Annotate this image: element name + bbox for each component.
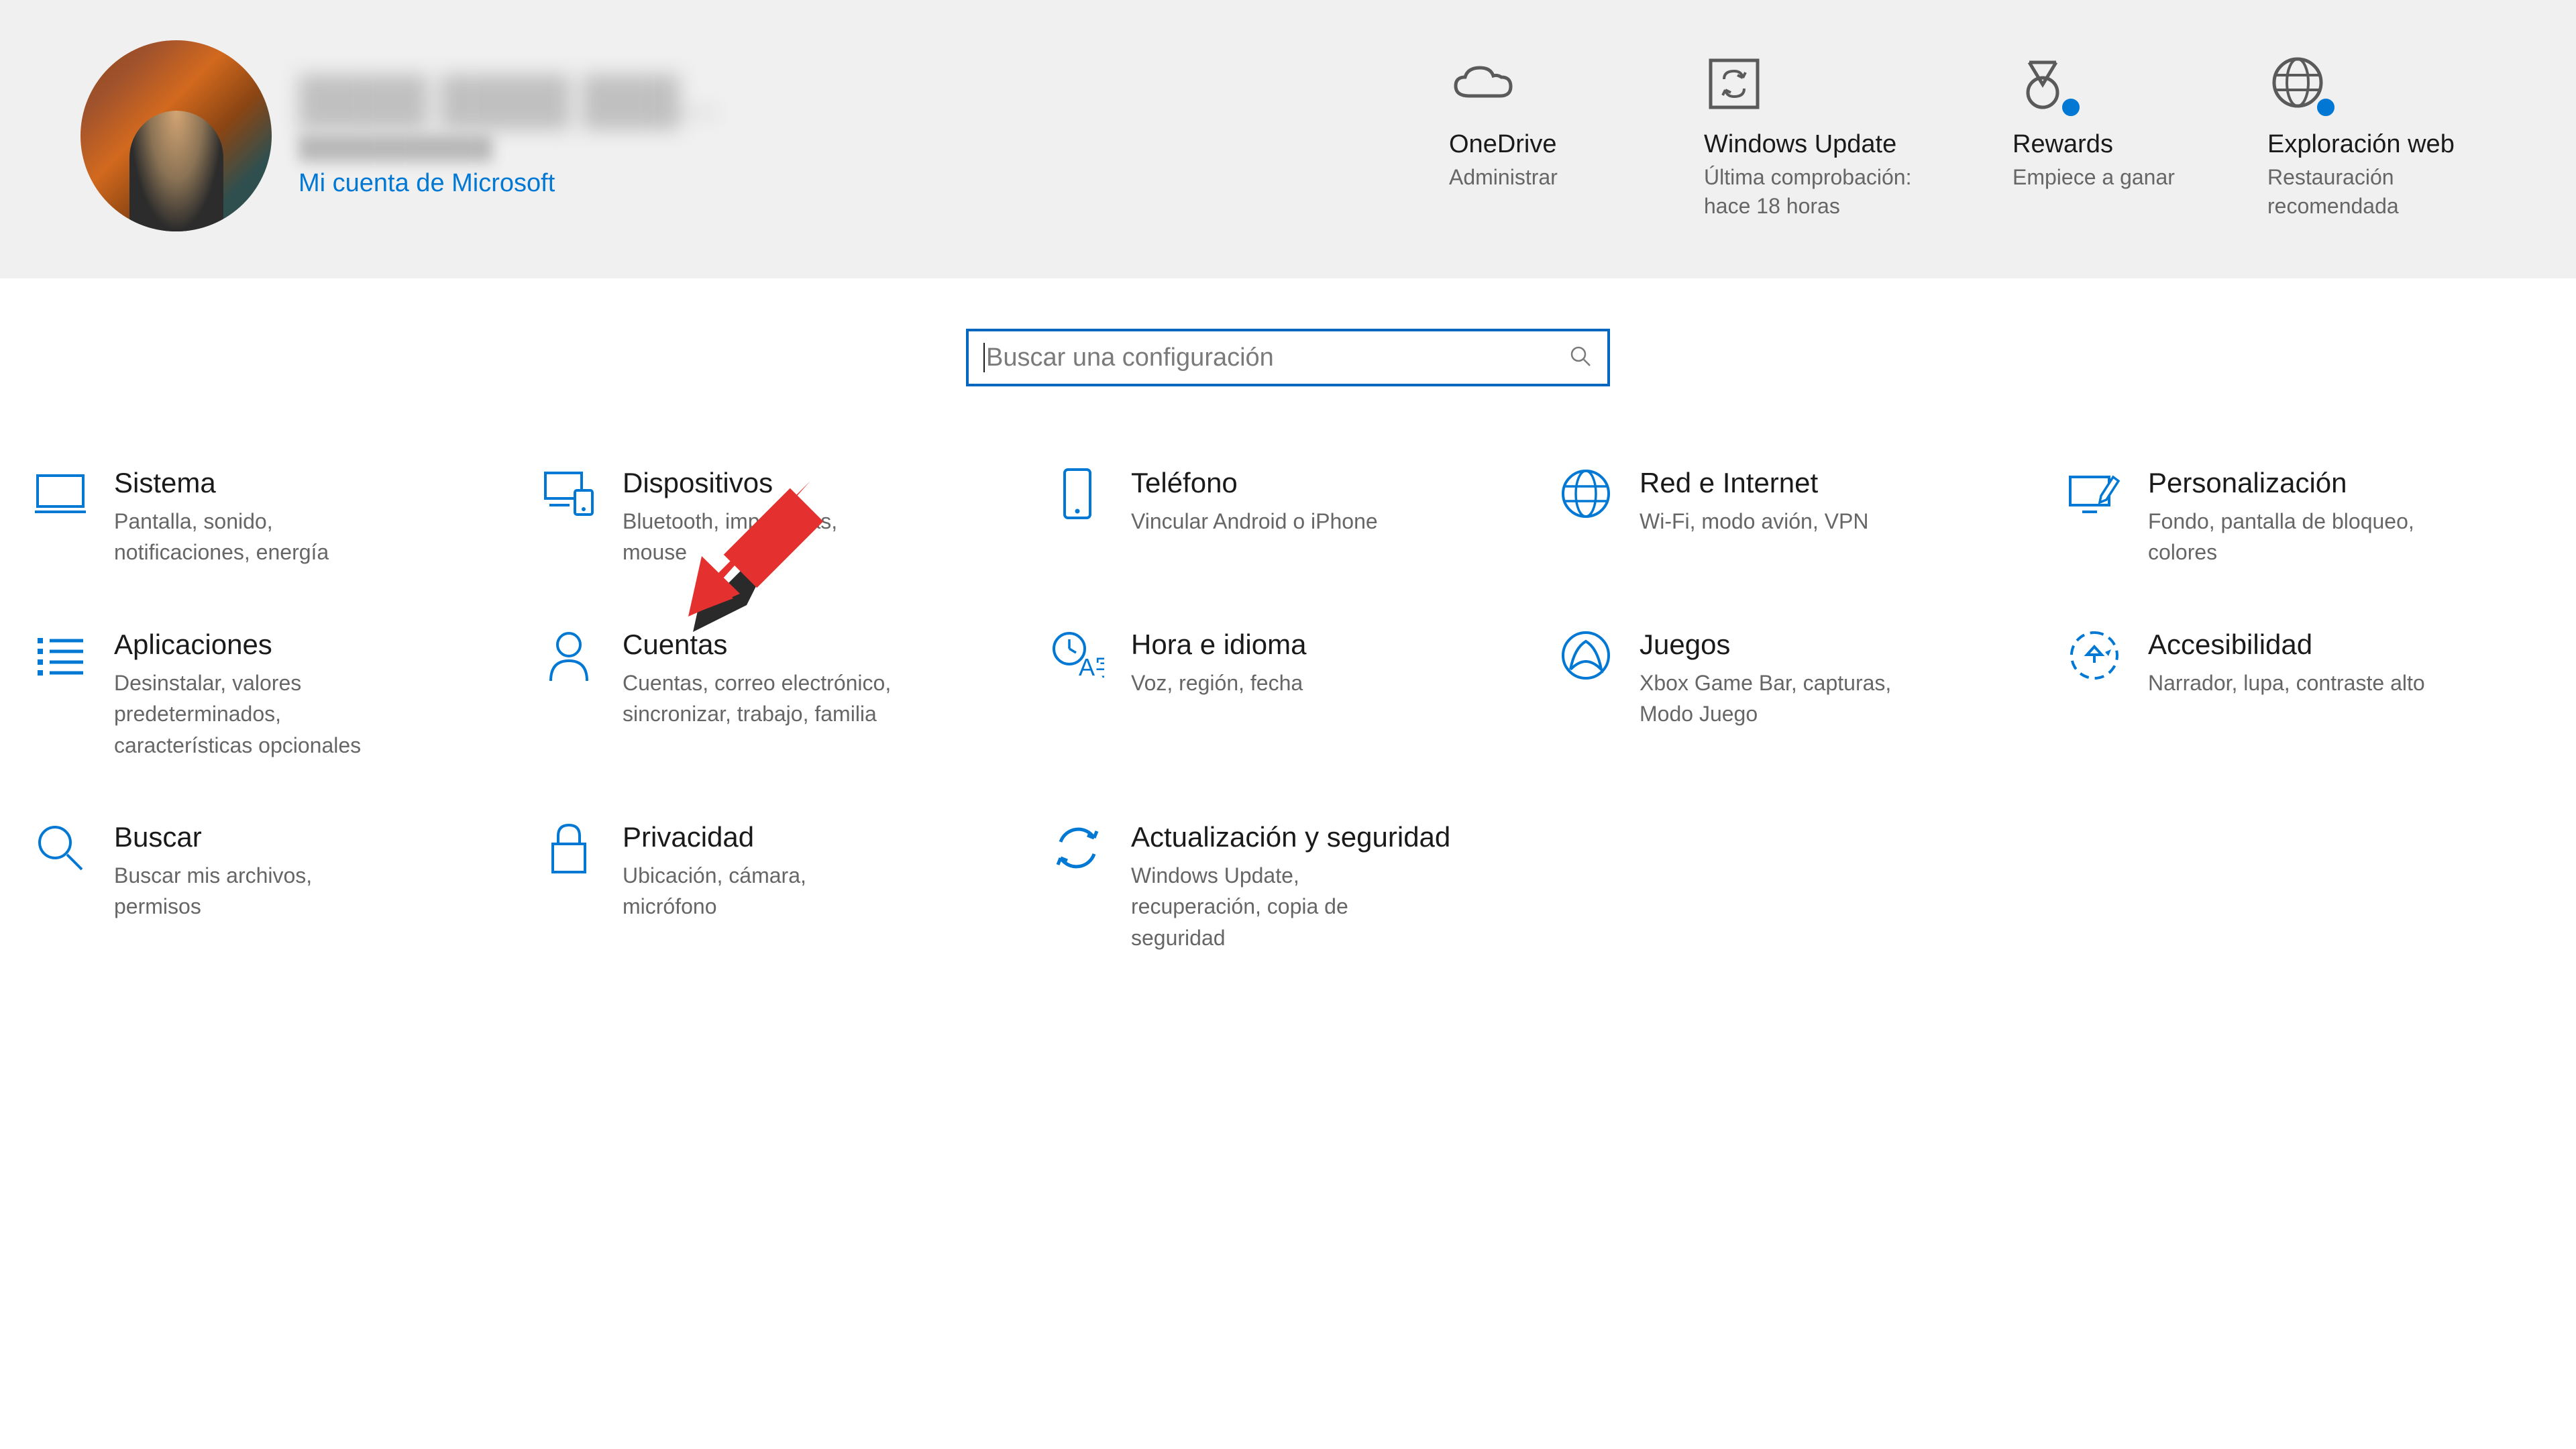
tile-web-exploration[interactable]: Exploración web Restauración recomendada [2267, 47, 2496, 221]
tile-windows-update[interactable]: Windows Update Última comprobación: hace… [1704, 47, 1932, 221]
notification-badge-icon [2059, 95, 2083, 119]
category-title: Juegos [1640, 629, 2034, 661]
profile-email-blurred: ████████████ [299, 135, 717, 161]
profile-info: ████ ████ ███... ████████████ Mi cuenta … [299, 74, 717, 198]
avatar[interactable] [80, 40, 272, 231]
category-desc: Buscar mis archivos, permisos [114, 860, 396, 922]
update-icon [1704, 47, 1764, 121]
tile-sub: Restauración recomendada [2267, 163, 2496, 221]
tile-onedrive[interactable]: OneDrive Administrar [1449, 47, 1623, 221]
category-desc: Voz, región, fecha [1131, 667, 1413, 698]
category-title: Personalización [2148, 467, 2542, 499]
category-title: Sistema [114, 467, 508, 499]
tile-title: Exploración web [2267, 130, 2455, 159]
status-tiles: OneDrive Administrar Windows Update Últi… [1449, 40, 2496, 221]
category-desc: Bluetooth, impresoras, mouse [623, 506, 904, 568]
notification-badge-icon [2314, 95, 2338, 119]
accounts-icon [542, 629, 596, 682]
category-desc: Xbox Game Bar, capturas, Modo Juego [1640, 667, 1921, 730]
privacy-icon [542, 821, 596, 875]
tile-title: Rewards [2012, 130, 2113, 159]
category-actualizacion[interactable]: Actualización y seguridad Windows Update… [1051, 821, 1525, 953]
category-telefono[interactable]: Teléfono Vincular Android o iPhone [1051, 467, 1525, 568]
category-red[interactable]: Red e Internet Wi-Fi, modo avión, VPN [1559, 467, 2034, 568]
category-title: Dispositivos [623, 467, 1017, 499]
category-desc: Wi-Fi, modo avión, VPN [1640, 506, 1921, 537]
category-privacidad[interactable]: Privacidad Ubicación, cámara, micrófono [542, 821, 1017, 953]
apps-icon [34, 629, 87, 682]
system-icon [34, 467, 87, 521]
category-desc: Cuentas, correo electrónico, sincronizar… [623, 667, 904, 730]
profile-name-blurred: ████ ████ ███... [299, 74, 717, 127]
onedrive-icon [1449, 47, 1516, 121]
category-cuentas[interactable]: Cuentas Cuentas, correo electrónico, sin… [542, 629, 1017, 761]
gaming-icon [1559, 629, 1613, 682]
category-desc: Pantalla, sonido, notificaciones, energí… [114, 506, 396, 568]
category-personalizacion[interactable]: Personalización Fondo, pantalla de bloqu… [2068, 467, 2542, 568]
tile-title: OneDrive [1449, 130, 1557, 159]
search-input[interactable]: Buscar una configuración [966, 329, 1610, 386]
search-icon [1568, 344, 1593, 372]
tile-sub: Administrar [1449, 163, 1558, 192]
category-title: Accesibilidad [2148, 629, 2542, 661]
svg-text:A字: A字 [1079, 653, 1104, 681]
tile-sub: Empiece a ganar [2012, 163, 2175, 192]
category-dispositivos[interactable]: Dispositivos Bluetooth, impresoras, mous… [542, 467, 1017, 568]
category-desc: Narrador, lupa, contraste alto [2148, 667, 2430, 698]
category-title: Buscar [114, 821, 508, 853]
category-title: Aplicaciones [114, 629, 508, 661]
category-desc: Desinstalar, valores predeterminados, ca… [114, 667, 396, 761]
tile-rewards[interactable]: Rewards Empiece a ganar [2012, 47, 2187, 221]
category-desc: Fondo, pantalla de bloqueo, colores [2148, 506, 2430, 568]
category-title: Privacidad [623, 821, 1017, 853]
personalization-icon [2068, 467, 2121, 521]
search-category-icon [34, 821, 87, 875]
category-title: Red e Internet [1640, 467, 2034, 499]
time-language-icon: A字 [1051, 629, 1104, 682]
category-juegos[interactable]: Juegos Xbox Game Bar, capturas, Modo Jue… [1559, 629, 2034, 761]
category-hora[interactable]: A字 Hora e idioma Voz, región, fecha [1051, 629, 1525, 761]
categories-grid: Sistema Pantalla, sonido, notificaciones… [0, 447, 2576, 953]
rewards-icon [2012, 52, 2073, 116]
header-section: ████ ████ ███... ████████████ Mi cuenta … [0, 0, 2576, 278]
update-security-icon [1051, 821, 1104, 875]
category-title: Hora e idioma [1131, 629, 1525, 661]
category-aplicaciones[interactable]: Aplicaciones Desinstalar, valores predet… [34, 629, 508, 761]
profile-area[interactable]: ████ ████ ███... ████████████ Mi cuenta … [80, 40, 717, 231]
category-desc: Vincular Android o iPhone [1131, 506, 1413, 537]
search-placeholder: Buscar una configuración [986, 343, 1568, 372]
phone-icon [1051, 467, 1104, 521]
tile-sub: Última comprobación: hace 18 horas [1704, 163, 1932, 221]
category-desc: Windows Update, recuperación, copia de s… [1131, 860, 1413, 953]
globe-icon [2267, 52, 2328, 116]
category-accesibilidad[interactable]: Accesibilidad Narrador, lupa, contraste … [2068, 629, 2542, 761]
category-desc: Ubicación, cámara, micrófono [623, 860, 904, 922]
category-title: Actualización y seguridad [1131, 821, 1525, 853]
devices-icon [542, 467, 596, 521]
category-title: Cuentas [623, 629, 1017, 661]
accessibility-icon [2068, 629, 2121, 682]
network-icon [1559, 467, 1613, 521]
category-buscar[interactable]: Buscar Buscar mis archivos, permisos [34, 821, 508, 953]
microsoft-account-link[interactable]: Mi cuenta de Microsoft [299, 169, 717, 198]
search-section: Buscar una configuración [0, 278, 2576, 447]
text-cursor [983, 343, 985, 372]
category-title: Teléfono [1131, 467, 1525, 499]
category-sistema[interactable]: Sistema Pantalla, sonido, notificaciones… [34, 467, 508, 568]
tile-title: Windows Update [1704, 130, 1896, 159]
